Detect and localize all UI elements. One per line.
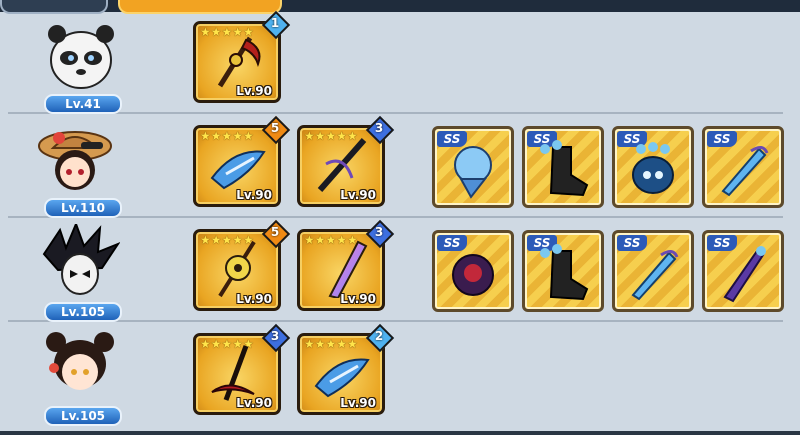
rank-badge: 3 bbox=[365, 115, 395, 145]
weapon-level: Lv.90 bbox=[340, 396, 376, 410]
rank-value: 1 bbox=[270, 16, 280, 30]
crimson-scythe-icon bbox=[211, 345, 255, 401]
equipment-slot[interactable]: SS bbox=[522, 126, 604, 208]
equipment-slot[interactable]: SS bbox=[522, 230, 604, 312]
rank-badge: 1 bbox=[261, 10, 291, 40]
equipment-slot[interactable]: SS bbox=[702, 126, 784, 208]
crystal-amulet-icon bbox=[721, 146, 769, 197]
lightning-blade-icon bbox=[328, 240, 368, 298]
equipment-slot[interactable]: SS bbox=[432, 230, 514, 312]
rank-badge: 3 bbox=[365, 219, 395, 249]
rank-badge: 5 bbox=[261, 115, 291, 145]
panda-hero-icon bbox=[48, 25, 114, 89]
dark-katana-icon bbox=[317, 138, 367, 192]
equipment-slot[interactable]: SS bbox=[432, 126, 514, 208]
straw-hat-girl-hero-icon bbox=[38, 131, 112, 190]
rank-value: 5 bbox=[270, 225, 280, 239]
equipment-slot[interactable]: SS bbox=[612, 126, 694, 208]
row-divider bbox=[8, 216, 783, 218]
spiky-hair-masked-hero-icon bbox=[42, 224, 120, 295]
tomoe-staff-icon bbox=[218, 240, 256, 298]
purple-dagger-icon bbox=[723, 246, 766, 303]
equipment-slot[interactable]: SS bbox=[702, 230, 784, 312]
weapon-level: Lv.90 bbox=[236, 188, 272, 202]
blue-gauntlet-icon bbox=[454, 146, 492, 199]
rank-value: 2 bbox=[374, 329, 384, 343]
equipment-slot[interactable]: SS bbox=[612, 230, 694, 312]
hero-level-badge: Lv.41 bbox=[44, 94, 122, 114]
rank-badge: 3 bbox=[261, 323, 291, 353]
bun-hair-girl-hero-icon bbox=[46, 332, 114, 390]
void-orb-icon bbox=[452, 254, 494, 296]
rank-badge: 2 bbox=[365, 323, 395, 353]
rank-badge: 5 bbox=[261, 219, 291, 249]
hero-level-badge: Lv.105 bbox=[44, 406, 122, 426]
rank-value: 3 bbox=[374, 121, 384, 135]
bottom-bar bbox=[0, 431, 800, 435]
hero-level-badge: Lv.110 bbox=[44, 198, 122, 218]
hero-portrait-straw-hat-girl[interactable]: Lv.110 bbox=[30, 120, 122, 220]
rank-value: 3 bbox=[374, 225, 384, 239]
hero-portrait-panda[interactable]: Lv.41 bbox=[40, 16, 126, 116]
shark-blade-icon bbox=[314, 358, 370, 398]
blue-spirit-helmet-icon bbox=[632, 142, 674, 194]
dark-boot-icon bbox=[540, 140, 589, 197]
hero-portrait-bun-hair-girl[interactable]: Lv.105 bbox=[35, 328, 122, 428]
rank-value: 5 bbox=[270, 121, 280, 135]
crystal-amulet-icon bbox=[631, 250, 679, 301]
dark-boot-icon bbox=[540, 244, 589, 301]
weapon-level: Lv.90 bbox=[340, 188, 376, 202]
tab-left[interactable] bbox=[0, 0, 108, 14]
fire-scythe-icon bbox=[217, 36, 261, 88]
weapon-level: Lv.90 bbox=[236, 396, 272, 410]
weapon-level: Lv.90 bbox=[236, 84, 272, 98]
hero-level-badge: Lv.105 bbox=[44, 302, 122, 322]
weapon-level: Lv.90 bbox=[236, 292, 272, 306]
tab-active[interactable] bbox=[118, 0, 282, 14]
weapon-level: Lv.90 bbox=[340, 292, 376, 306]
shark-blade-icon bbox=[210, 150, 266, 190]
rank-value: 3 bbox=[270, 329, 280, 343]
hero-portrait-masked-hero[interactable]: Lv.105 bbox=[35, 224, 122, 324]
row-divider bbox=[8, 320, 783, 322]
